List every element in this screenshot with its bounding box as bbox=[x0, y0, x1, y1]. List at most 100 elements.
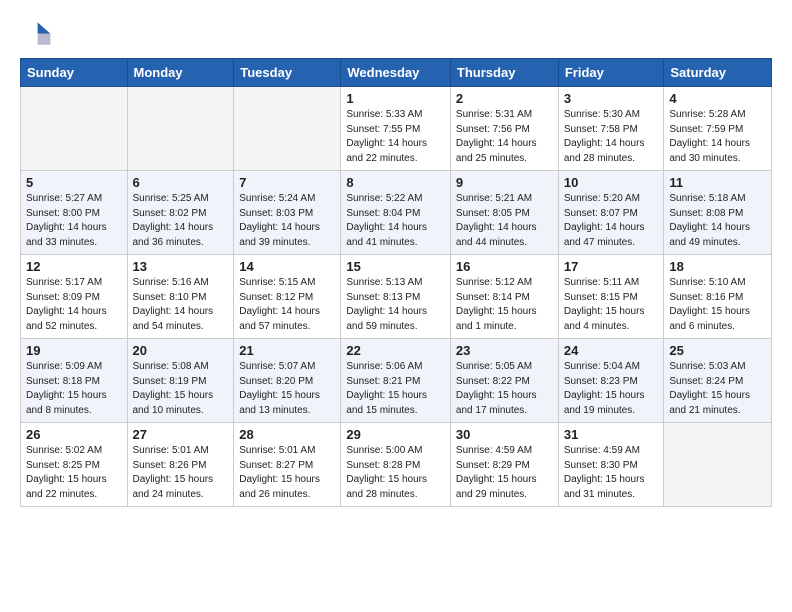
calendar-cell: 1 Sunrise: 5:33 AM Sunset: 7:55 PM Daylig… bbox=[341, 87, 451, 171]
calendar-cell: 2Sunrise: 5:31 AM Sunset: 7:56 PM Daylig… bbox=[450, 87, 558, 171]
calendar-cell bbox=[664, 423, 772, 507]
day-number: 21 bbox=[239, 343, 335, 358]
day-info: Sunrise: 5:11 AM Sunset: 8:15 PM Dayligh… bbox=[564, 276, 659, 334]
day-info: Sunrise: 5:01 AM Sunset: 8:27 PM Dayligh… bbox=[239, 444, 335, 502]
day-number: 22 bbox=[346, 343, 445, 358]
day-number: 1 bbox=[346, 91, 445, 106]
day-number: 7 bbox=[239, 175, 335, 190]
calendar-header-row: SundayMondayTuesdayWednesdayThursdayFrid… bbox=[21, 59, 772, 87]
calendar-cell: 14 Sunrise: 5:15 AM Sunset: 8:12 PM Dayli… bbox=[234, 255, 341, 339]
day-info: Sunrise: 5:08 AM Sunset: 8:19 PM Dayligh… bbox=[133, 360, 229, 418]
day-info: Sunrise: 5:30 AM Sunset: 7:58 PM Dayligh… bbox=[564, 108, 659, 166]
calendar-week-1: 5 Sunrise: 5:27 AM Sunset: 8:00 PM Daylig… bbox=[21, 171, 772, 255]
day-info: Sunrise: 5:21 AM Sunset: 8:05 PM Dayligh… bbox=[456, 192, 553, 250]
calendar-header-sunday: Sunday bbox=[21, 59, 128, 87]
day-info: Sunrise: 5:33 AM Sunset: 7:55 PM Dayligh… bbox=[346, 108, 445, 166]
day-info: Sunrise: 5:10 AM Sunset: 8:16 PM Dayligh… bbox=[669, 276, 766, 334]
day-info: Sunrise: 5:12 AM Sunset: 8:14 PM Dayligh… bbox=[456, 276, 553, 334]
calendar-cell bbox=[127, 87, 234, 171]
logo bbox=[20, 16, 56, 48]
calendar-cell: 12Sunrise: 5:17 AM Sunset: 8:09 PM Dayli… bbox=[21, 255, 128, 339]
calendar-cell: 31 Sunrise: 4:59 AM Sunset: 8:30 PM Dayli… bbox=[558, 423, 664, 507]
calendar-week-0: 1 Sunrise: 5:33 AM Sunset: 7:55 PM Daylig… bbox=[21, 87, 772, 171]
day-number: 16 bbox=[456, 259, 553, 274]
day-info: Sunrise: 5:27 AM Sunset: 8:00 PM Dayligh… bbox=[26, 192, 122, 250]
day-info: Sunrise: 5:07 AM Sunset: 8:20 PM Dayligh… bbox=[239, 360, 335, 418]
day-number: 27 bbox=[133, 427, 229, 442]
calendar-cell: 7 Sunrise: 5:24 AM Sunset: 8:03 PM Daylig… bbox=[234, 171, 341, 255]
calendar-week-4: 26 Sunrise: 5:02 AM Sunset: 8:25 PM Dayli… bbox=[21, 423, 772, 507]
calendar-cell: 18Sunrise: 5:10 AM Sunset: 8:16 PM Dayli… bbox=[664, 255, 772, 339]
day-info: Sunrise: 5:25 AM Sunset: 8:02 PM Dayligh… bbox=[133, 192, 229, 250]
calendar-cell: 4Sunrise: 5:28 AM Sunset: 7:59 PM Daylig… bbox=[664, 87, 772, 171]
calendar-cell: 19 Sunrise: 5:09 AM Sunset: 8:18 PM Dayli… bbox=[21, 339, 128, 423]
calendar-header-friday: Friday bbox=[558, 59, 664, 87]
day-number: 30 bbox=[456, 427, 553, 442]
day-info: Sunrise: 5:24 AM Sunset: 8:03 PM Dayligh… bbox=[239, 192, 335, 250]
day-number: 31 bbox=[564, 427, 659, 442]
day-info: Sunrise: 5:02 AM Sunset: 8:25 PM Dayligh… bbox=[26, 444, 122, 502]
calendar-week-2: 12Sunrise: 5:17 AM Sunset: 8:09 PM Dayli… bbox=[21, 255, 772, 339]
day-info: Sunrise: 5:00 AM Sunset: 8:28 PM Dayligh… bbox=[346, 444, 445, 502]
calendar-cell: 17 Sunrise: 5:11 AM Sunset: 8:15 PM Dayli… bbox=[558, 255, 664, 339]
day-info: Sunrise: 5:20 AM Sunset: 8:07 PM Dayligh… bbox=[564, 192, 659, 250]
calendar-cell: 8Sunrise: 5:22 AM Sunset: 8:04 PM Daylig… bbox=[341, 171, 451, 255]
calendar-cell: 21 Sunrise: 5:07 AM Sunset: 8:20 PM Dayli… bbox=[234, 339, 341, 423]
day-number: 8 bbox=[346, 175, 445, 190]
calendar-cell: 24Sunrise: 5:04 AM Sunset: 8:23 PM Dayli… bbox=[558, 339, 664, 423]
calendar-cell: 27 Sunrise: 5:01 AM Sunset: 8:26 PM Dayli… bbox=[127, 423, 234, 507]
day-number: 24 bbox=[564, 343, 659, 358]
day-number: 25 bbox=[669, 343, 766, 358]
calendar-cell: 5 Sunrise: 5:27 AM Sunset: 8:00 PM Daylig… bbox=[21, 171, 128, 255]
day-number: 9 bbox=[456, 175, 553, 190]
calendar-cell: 9 Sunrise: 5:21 AM Sunset: 8:05 PM Daylig… bbox=[450, 171, 558, 255]
calendar-cell: 10 Sunrise: 5:20 AM Sunset: 8:07 PM Dayli… bbox=[558, 171, 664, 255]
calendar-cell: 29 Sunrise: 5:00 AM Sunset: 8:28 PM Dayli… bbox=[341, 423, 451, 507]
calendar-cell: 3 Sunrise: 5:30 AM Sunset: 7:58 PM Daylig… bbox=[558, 87, 664, 171]
day-number: 2 bbox=[456, 91, 553, 106]
day-info: Sunrise: 5:18 AM Sunset: 8:08 PM Dayligh… bbox=[669, 192, 766, 250]
calendar-cell: 22 Sunrise: 5:06 AM Sunset: 8:21 PM Dayli… bbox=[341, 339, 451, 423]
day-info: Sunrise: 5:15 AM Sunset: 8:12 PM Dayligh… bbox=[239, 276, 335, 334]
calendar: SundayMondayTuesdayWednesdayThursdayFrid… bbox=[20, 58, 772, 507]
calendar-cell: 11 Sunrise: 5:18 AM Sunset: 8:08 PM Dayli… bbox=[664, 171, 772, 255]
calendar-cell: 13Sunrise: 5:16 AM Sunset: 8:10 PM Dayli… bbox=[127, 255, 234, 339]
calendar-cell: 25Sunrise: 5:03 AM Sunset: 8:24 PM Dayli… bbox=[664, 339, 772, 423]
day-info: Sunrise: 5:17 AM Sunset: 8:09 PM Dayligh… bbox=[26, 276, 122, 334]
day-number: 6 bbox=[133, 175, 229, 190]
day-info: Sunrise: 5:06 AM Sunset: 8:21 PM Dayligh… bbox=[346, 360, 445, 418]
day-number: 19 bbox=[26, 343, 122, 358]
calendar-cell: 23Sunrise: 5:05 AM Sunset: 8:22 PM Dayli… bbox=[450, 339, 558, 423]
day-number: 15 bbox=[346, 259, 445, 274]
calendar-header-wednesday: Wednesday bbox=[341, 59, 451, 87]
calendar-cell bbox=[21, 87, 128, 171]
logo-icon bbox=[20, 16, 52, 48]
calendar-header-saturday: Saturday bbox=[664, 59, 772, 87]
day-info: Sunrise: 5:13 AM Sunset: 8:13 PM Dayligh… bbox=[346, 276, 445, 334]
day-number: 11 bbox=[669, 175, 766, 190]
day-number: 20 bbox=[133, 343, 229, 358]
calendar-cell: 16 Sunrise: 5:12 AM Sunset: 8:14 PM Dayli… bbox=[450, 255, 558, 339]
calendar-cell: 30Sunrise: 4:59 AM Sunset: 8:29 PM Dayli… bbox=[450, 423, 558, 507]
day-number: 10 bbox=[564, 175, 659, 190]
day-number: 14 bbox=[239, 259, 335, 274]
calendar-cell: 26 Sunrise: 5:02 AM Sunset: 8:25 PM Dayli… bbox=[21, 423, 128, 507]
calendar-cell: 28 Sunrise: 5:01 AM Sunset: 8:27 PM Dayli… bbox=[234, 423, 341, 507]
calendar-week-3: 19 Sunrise: 5:09 AM Sunset: 8:18 PM Dayli… bbox=[21, 339, 772, 423]
day-number: 29 bbox=[346, 427, 445, 442]
day-number: 17 bbox=[564, 259, 659, 274]
day-number: 23 bbox=[456, 343, 553, 358]
day-number: 26 bbox=[26, 427, 122, 442]
day-info: Sunrise: 4:59 AM Sunset: 8:30 PM Dayligh… bbox=[564, 444, 659, 502]
page: SundayMondayTuesdayWednesdayThursdayFrid… bbox=[0, 0, 792, 523]
header bbox=[20, 16, 772, 48]
calendar-header-thursday: Thursday bbox=[450, 59, 558, 87]
day-info: Sunrise: 5:09 AM Sunset: 8:18 PM Dayligh… bbox=[26, 360, 122, 418]
day-number: 5 bbox=[26, 175, 122, 190]
day-info: Sunrise: 5:01 AM Sunset: 8:26 PM Dayligh… bbox=[133, 444, 229, 502]
day-info: Sunrise: 5:28 AM Sunset: 7:59 PM Dayligh… bbox=[669, 108, 766, 166]
day-number: 3 bbox=[564, 91, 659, 106]
calendar-cell bbox=[234, 87, 341, 171]
day-number: 28 bbox=[239, 427, 335, 442]
calendar-cell: 20 Sunrise: 5:08 AM Sunset: 8:19 PM Dayli… bbox=[127, 339, 234, 423]
